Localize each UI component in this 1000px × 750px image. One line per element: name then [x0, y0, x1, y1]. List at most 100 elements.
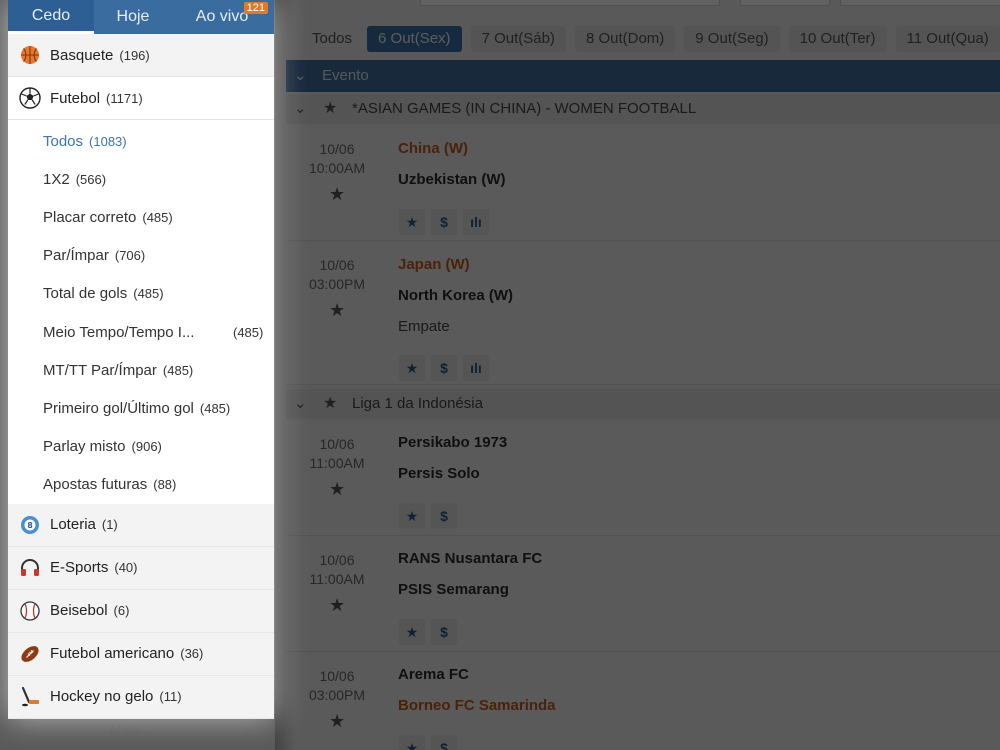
match-time: 11:00AM [309, 455, 365, 471]
date-tab-all[interactable]: Todos [290, 26, 358, 52]
market-label: 1X2 [43, 170, 70, 188]
market-item-1x2[interactable]: 1X2 (566) [8, 160, 274, 199]
star-icon[interactable]: ★ [329, 184, 345, 205]
market-item-meio-tempo[interactable]: Meio Tempo/Tempo I... (485) [8, 312, 274, 352]
market-label: Parlay misto [43, 438, 126, 456]
tab-hoje[interactable]: Hoje [94, 0, 172, 34]
market-count: (485) [162, 362, 194, 378]
event-header-label: Evento [322, 67, 369, 84]
headset-icon [19, 557, 41, 579]
market-count: (88) [153, 477, 177, 493]
stats-icon[interactable]: ılı [463, 355, 489, 381]
match-time: 11:00AM [309, 571, 365, 587]
date-tab[interactable]: 10 Out(Ter) [788, 26, 887, 52]
market-count: (706) [114, 248, 146, 264]
away-team[interactable]: North Korea (W) [398, 287, 513, 304]
lottery-ball-icon: 8 [19, 514, 41, 536]
sport-item-basquete[interactable]: Basquete (196) [8, 34, 274, 77]
sports-sidebar: Cedo Hoje Ao vivo 121 Basquete (196) Fut… [8, 0, 274, 719]
tab-cedo[interactable]: Cedo [8, 0, 94, 34]
market-item-placar-correto[interactable]: Placar correto (485) [8, 198, 274, 237]
sport-item-e-sports[interactable]: E-Sports (40) [8, 546, 274, 590]
match-actions: ★ $ ılı [399, 209, 489, 235]
sport-item-futebol-americano[interactable]: Futebol americano (36) [8, 632, 274, 676]
star-icon[interactable]: ★ [329, 479, 345, 500]
date-tab[interactable]: 6 Out(Sex) [367, 26, 462, 52]
star-icon[interactable]: ★ [329, 595, 345, 616]
market-label: Todos [43, 132, 84, 150]
home-team[interactable]: Arema FC [398, 666, 469, 683]
match-row: 10/06 10:00AM ★ China (W) Uzbekistan (W)… [286, 126, 1000, 241]
date-tab[interactable]: 9 Out(Seg) [684, 26, 780, 52]
draw-option[interactable]: Empate [398, 318, 450, 335]
market-label: Apostas futuras [43, 476, 148, 494]
futebol-markets: Todos (1083) 1X2 (566) Placar correto (4… [8, 120, 274, 504]
star-icon[interactable]: ★ [329, 711, 345, 732]
home-team[interactable]: RANS Nusantara FC [398, 550, 542, 567]
away-team[interactable]: Uzbekistan (W) [398, 171, 506, 188]
market-item-todos[interactable]: Todos (1083) [8, 122, 274, 161]
date-tab[interactable]: 8 Out(Dom) [574, 26, 676, 52]
home-team[interactable]: China (W) [398, 140, 468, 157]
star-icon[interactable]: ★ [399, 503, 425, 529]
date-tab[interactable]: 7 Out(Sáb) [470, 26, 566, 52]
star-icon[interactable]: ★ [323, 94, 337, 124]
chevron-down-icon: ⌄ [143, 722, 156, 738]
home-team[interactable]: Persikabo 1973 [398, 434, 507, 451]
sport-item-beisebol[interactable]: Beisebol (6) [8, 589, 274, 633]
event-header: ⌄ Evento [286, 60, 1000, 92]
star-icon[interactable]: ★ [329, 300, 345, 321]
sport-item-loteria[interactable]: 8 Loteria (1) [8, 503, 274, 547]
market-label: Total de gols [43, 285, 128, 303]
match-date: 10/06 [319, 257, 355, 273]
away-team[interactable]: PSIS Semarang [398, 581, 509, 598]
sport-count: (40) [114, 560, 138, 576]
sport-label: Beisebol [50, 602, 108, 620]
sport-count: (1) [101, 517, 118, 533]
dollar-icon[interactable]: $ [431, 619, 457, 645]
star-icon[interactable]: ★ [399, 735, 425, 750]
search-box[interactable] [420, 0, 720, 6]
market-item-apostas-futuras[interactable]: Apostas futuras (88) [8, 465, 274, 504]
chevron-down-icon[interactable]: ⌄ [294, 389, 307, 419]
league-name: Liga 1 da Indonésia [352, 395, 483, 412]
star-icon[interactable]: ★ [323, 389, 337, 419]
tab-ao-vivo[interactable]: Ao vivo 121 [172, 0, 272, 34]
chevron-down-icon[interactable]: ⌄ [294, 94, 307, 124]
market-item-primeiro-ultimo-gol[interactable]: Primeiro gol/Último gol (485) [8, 389, 274, 428]
market-item-total-de-gols[interactable]: Total de gols (485) [8, 274, 274, 313]
star-icon[interactable]: ★ [399, 619, 425, 645]
basketball-icon [19, 44, 41, 66]
league-row[interactable]: ⌄ ★ *ASIAN GAMES (IN CHINA) - WOMEN FOOT… [286, 94, 1000, 124]
market-item-par-impar[interactable]: Par/Ímpar (706) [8, 236, 274, 275]
dollar-icon[interactable]: $ [431, 735, 457, 750]
market-item-parlay-misto[interactable]: Parlay misto (906) [8, 427, 274, 466]
league-row[interactable]: ⌄ ★ Liga 1 da Indonésia [286, 389, 1000, 419]
stats-icon[interactable]: ılı [463, 209, 489, 235]
dollar-icon[interactable]: $ [431, 355, 457, 381]
filter-box[interactable] [740, 0, 830, 6]
market-item-mt-tt-par-impar[interactable]: MT/TT Par/Ímpar (485) [8, 351, 274, 390]
away-team[interactable]: Persis Solo [398, 465, 480, 482]
date-tab[interactable]: 11 Out(Qua) [895, 26, 1000, 52]
sport-item-hockey-no-gelo[interactable]: Hockey no gelo (11) [8, 675, 274, 719]
chevron-down-icon[interactable]: ⌄ [294, 60, 307, 92]
dollar-icon[interactable]: $ [431, 503, 457, 529]
home-team[interactable]: Japan (W) [398, 256, 470, 273]
dollar-icon[interactable]: $ [431, 209, 457, 235]
sport-count: (11) [159, 689, 182, 705]
away-team[interactable]: Borneo FC Samarinda [398, 697, 556, 714]
sport-item-futebol[interactable]: Futebol (1171) [8, 77, 274, 120]
star-icon[interactable]: ★ [399, 355, 425, 381]
match-row: 10/06 03:00PM ★ Arema FC Borneo FC Samar… [286, 653, 1000, 750]
match-datetime: 10/06 11:00AM [302, 551, 372, 589]
market-count: (485) [133, 286, 164, 302]
match-time: 03:00PM [308, 276, 366, 292]
star-icon[interactable]: ★ [399, 209, 425, 235]
sport-count: (36) [180, 646, 204, 662]
sport-label: Futebol americano [50, 645, 175, 663]
filter-box[interactable] [840, 0, 1000, 6]
sport-count: (6) [113, 603, 130, 619]
more-link[interactable]: Mais ⌄ [110, 722, 155, 739]
match-row: 10/06 11:00AM ★ Persikabo 1973 Persis So… [286, 421, 1000, 536]
